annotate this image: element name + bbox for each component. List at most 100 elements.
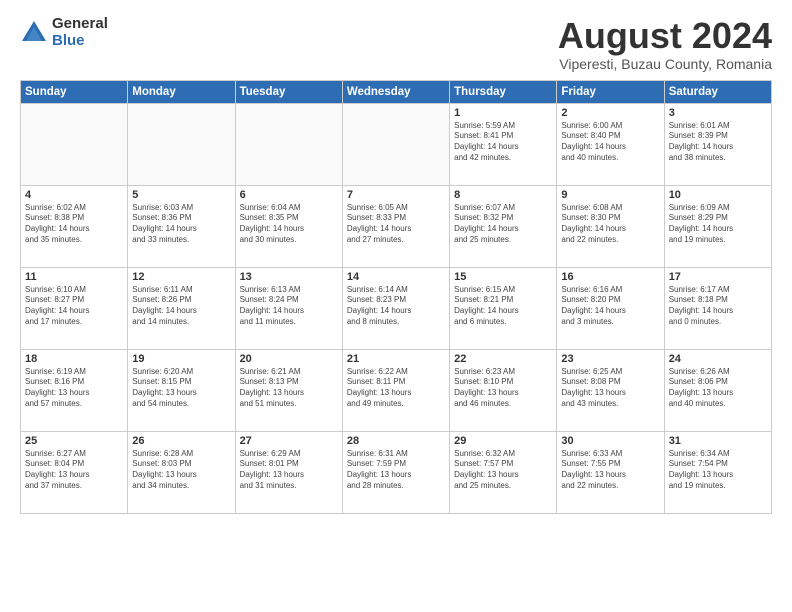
day-number: 15 xyxy=(454,271,552,283)
table-row: 26Sunrise: 6:28 AMSunset: 8:03 PMDayligh… xyxy=(128,431,235,513)
col-sunday: Sunday xyxy=(21,80,128,103)
day-info: Sunrise: 6:17 AMSunset: 8:18 PMDaylight:… xyxy=(669,285,767,328)
table-row: 21 Sunrise: 6:22 AMSunset: 8:11 PMDayligh… xyxy=(342,349,449,431)
day-number: 18 xyxy=(25,353,123,365)
day-info: Sunrise: 6:23 AMSunset: 8:10 PMDaylight:… xyxy=(454,367,552,410)
logo: General Blue xyxy=(20,16,108,49)
day-info: Sunrise: 6:13 AMSunset: 8:24 PMDaylight:… xyxy=(240,285,338,328)
table-row: 5 Sunrise: 6:03 AMSunset: 8:36 PMDaylight… xyxy=(128,185,235,267)
day-number: 3 xyxy=(669,107,767,119)
table-row: 1 Sunrise: 5:59 AMSunset: 8:41 PMDaylight… xyxy=(450,103,557,185)
col-monday: Monday xyxy=(128,80,235,103)
table-row: 29Sunrise: 6:32 AMSunset: 7:57 PMDayligh… xyxy=(450,431,557,513)
day-number: 24 xyxy=(669,353,767,365)
day-number: 10 xyxy=(669,189,767,201)
day-number: 6 xyxy=(240,189,338,201)
day-number: 22 xyxy=(454,353,552,365)
day-number: 31 xyxy=(669,435,767,447)
table-row xyxy=(342,103,449,185)
day-number: 9 xyxy=(561,189,659,201)
table-row: 20Sunrise: 6:21 AMSunset: 8:13 PMDayligh… xyxy=(235,349,342,431)
table-row: 9 Sunrise: 6:08 AMSunset: 8:30 PMDaylight… xyxy=(557,185,664,267)
page-container: General Blue August 2024 Viperesti, Buza… xyxy=(0,0,792,612)
day-number: 1 xyxy=(454,107,552,119)
day-info: Sunrise: 6:08 AMSunset: 8:30 PMDaylight:… xyxy=(561,203,659,246)
table-row: 13Sunrise: 6:13 AMSunset: 8:24 PMDayligh… xyxy=(235,267,342,349)
title-block: August 2024 Viperesti, Buzau County, Rom… xyxy=(558,16,772,72)
day-info: Sunrise: 6:00 AMSunset: 8:40 PMDaylight:… xyxy=(561,121,659,164)
col-tuesday: Tuesday xyxy=(235,80,342,103)
day-info: Sunrise: 6:26 AMSunset: 8:06 PMDaylight:… xyxy=(669,367,767,410)
day-info: Sunrise: 6:11 AMSunset: 8:26 PMDaylight:… xyxy=(132,285,230,328)
table-row: 4 Sunrise: 6:02 AMSunset: 8:38 PMDaylight… xyxy=(21,185,128,267)
day-info: Sunrise: 6:22 AMSunset: 8:11 PMDaylight:… xyxy=(347,367,445,410)
day-info: Sunrise: 6:29 AMSunset: 8:01 PMDaylight:… xyxy=(240,449,338,492)
table-row xyxy=(21,103,128,185)
day-number: 23 xyxy=(561,353,659,365)
day-info: Sunrise: 6:27 AMSunset: 8:04 PMDaylight:… xyxy=(25,449,123,492)
page-header: General Blue August 2024 Viperesti, Buza… xyxy=(20,16,772,72)
day-info: Sunrise: 6:02 AMSunset: 8:38 PMDaylight:… xyxy=(25,203,123,246)
day-number: 29 xyxy=(454,435,552,447)
table-row: 27 Sunrise: 6:29 AMSunset: 8:01 PMDayligh… xyxy=(235,431,342,513)
day-info: Sunrise: 6:14 AMSunset: 8:23 PMDaylight:… xyxy=(347,285,445,328)
day-number: 19 xyxy=(132,353,230,365)
table-row: 6 Sunrise: 6:04 AMSunset: 8:35 PMDaylight… xyxy=(235,185,342,267)
day-number: 26 xyxy=(132,435,230,447)
day-number: 4 xyxy=(25,189,123,201)
day-info: Sunrise: 6:01 AMSunset: 8:39 PMDaylight:… xyxy=(669,121,767,164)
day-info: Sunrise: 6:19 AMSunset: 8:16 PMDaylight:… xyxy=(25,367,123,410)
table-row: 24 Sunrise: 6:26 AMSunset: 8:06 PMDayligh… xyxy=(664,349,771,431)
table-row: 30Sunrise: 6:33 AMSunset: 7:55 PMDayligh… xyxy=(557,431,664,513)
subtitle: Viperesti, Buzau County, Romania xyxy=(558,56,772,72)
day-info: Sunrise: 6:16 AMSunset: 8:20 PMDaylight:… xyxy=(561,285,659,328)
table-row: 31Sunrise: 6:34 AMSunset: 7:54 PMDayligh… xyxy=(664,431,771,513)
table-row: 3 Sunrise: 6:01 AMSunset: 8:39 PMDaylight… xyxy=(664,103,771,185)
col-saturday: Saturday xyxy=(664,80,771,103)
day-number: 11 xyxy=(25,271,123,283)
table-row: 7Sunrise: 6:05 AMSunset: 8:33 PMDaylight… xyxy=(342,185,449,267)
table-row xyxy=(128,103,235,185)
table-row: 22 Sunrise: 6:23 AMSunset: 8:10 PMDayligh… xyxy=(450,349,557,431)
day-number: 20 xyxy=(240,353,338,365)
day-info: Sunrise: 6:33 AMSunset: 7:55 PMDaylight:… xyxy=(561,449,659,492)
table-row: 12 Sunrise: 6:11 AMSunset: 8:26 PMDayligh… xyxy=(128,267,235,349)
table-row: 16 Sunrise: 6:16 AMSunset: 8:20 PMDayligh… xyxy=(557,267,664,349)
day-number: 27 xyxy=(240,435,338,447)
day-info: Sunrise: 6:15 AMSunset: 8:21 PMDaylight:… xyxy=(454,285,552,328)
day-number: 17 xyxy=(669,271,767,283)
calendar-week-3: 11Sunrise: 6:10 AMSunset: 8:27 PMDayligh… xyxy=(21,267,772,349)
table-row: 25Sunrise: 6:27 AMSunset: 8:04 PMDayligh… xyxy=(21,431,128,513)
calendar-week-4: 18 Sunrise: 6:19 AMSunset: 8:16 PMDayligh… xyxy=(21,349,772,431)
calendar-table: Sunday Monday Tuesday Wednesday Thursday… xyxy=(20,80,772,514)
calendar-week-2: 4 Sunrise: 6:02 AMSunset: 8:38 PMDaylight… xyxy=(21,185,772,267)
calendar-week-5: 25Sunrise: 6:27 AMSunset: 8:04 PMDayligh… xyxy=(21,431,772,513)
day-info: Sunrise: 6:03 AMSunset: 8:36 PMDaylight:… xyxy=(132,203,230,246)
calendar-week-1: 1 Sunrise: 5:59 AMSunset: 8:41 PMDaylight… xyxy=(21,103,772,185)
col-wednesday: Wednesday xyxy=(342,80,449,103)
table-row: 15 Sunrise: 6:15 AMSunset: 8:21 PMDayligh… xyxy=(450,267,557,349)
table-row: 8Sunrise: 6:07 AMSunset: 8:32 PMDaylight… xyxy=(450,185,557,267)
day-number: 14 xyxy=(347,271,445,283)
logo-text: General Blue xyxy=(52,16,108,49)
day-info: Sunrise: 6:31 AMSunset: 7:59 PMDaylight:… xyxy=(347,449,445,492)
day-info: Sunrise: 6:04 AMSunset: 8:35 PMDaylight:… xyxy=(240,203,338,246)
day-info: Sunrise: 6:09 AMSunset: 8:29 PMDaylight:… xyxy=(669,203,767,246)
col-friday: Friday xyxy=(557,80,664,103)
logo-icon xyxy=(20,19,48,47)
day-number: 8 xyxy=(454,189,552,201)
day-number: 28 xyxy=(347,435,445,447)
day-info: Sunrise: 6:05 AMSunset: 8:33 PMDaylight:… xyxy=(347,203,445,246)
main-title: August 2024 xyxy=(558,16,772,56)
day-info: Sunrise: 5:59 AMSunset: 8:41 PMDaylight:… xyxy=(454,121,552,164)
day-number: 12 xyxy=(132,271,230,283)
table-row: 11Sunrise: 6:10 AMSunset: 8:27 PMDayligh… xyxy=(21,267,128,349)
day-number: 21 xyxy=(347,353,445,365)
day-number: 16 xyxy=(561,271,659,283)
table-row: 10 Sunrise: 6:09 AMSunset: 8:29 PMDayligh… xyxy=(664,185,771,267)
col-thursday: Thursday xyxy=(450,80,557,103)
table-row: 28 Sunrise: 6:31 AMSunset: 7:59 PMDayligh… xyxy=(342,431,449,513)
day-number: 5 xyxy=(132,189,230,201)
calendar-header-row: Sunday Monday Tuesday Wednesday Thursday… xyxy=(21,80,772,103)
table-row xyxy=(235,103,342,185)
